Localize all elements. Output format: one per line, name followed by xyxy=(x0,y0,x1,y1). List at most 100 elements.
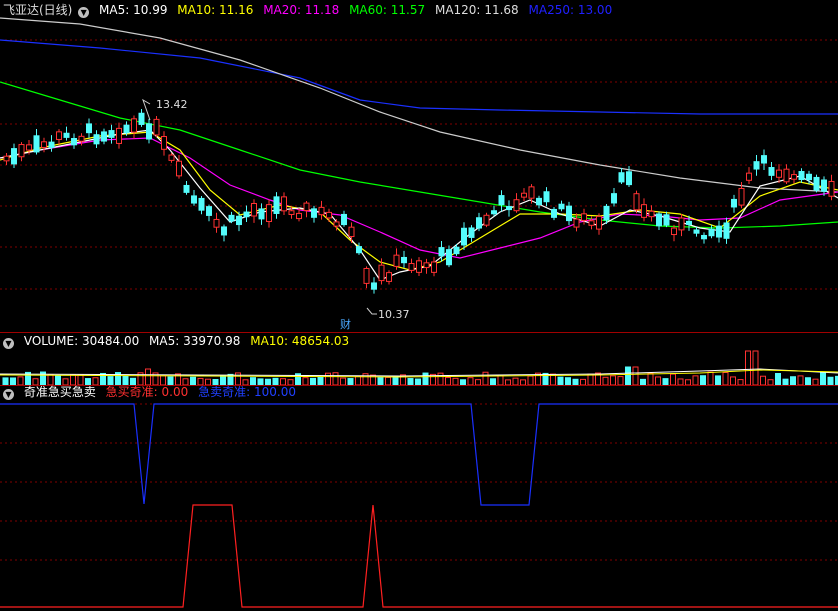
collapse-icon[interactable]: ▼ xyxy=(78,7,90,18)
candlestick xyxy=(641,198,647,222)
volume-panel[interactable]: ▼ VOLUME: 30484.00 MA5: 33970.98 MA10: 4… xyxy=(0,333,838,385)
volume-bar xyxy=(557,376,564,385)
volume-bar xyxy=(730,376,736,385)
candlestick xyxy=(281,192,287,216)
volume-bar xyxy=(565,377,571,385)
volume-ma10-legend: MA10: 48654.03 xyxy=(250,334,350,348)
candlestick xyxy=(311,205,317,223)
candlestick xyxy=(648,205,655,222)
candlestick xyxy=(363,266,370,289)
candlestick xyxy=(86,118,92,138)
buy-legend: 急买奇准: 0.00 xyxy=(105,385,189,399)
ma60-legend: MA60: 11.57 xyxy=(349,3,426,17)
candlestick xyxy=(431,256,437,277)
indicator-panel[interactable]: ▼ 奇准急买急卖 急买奇准: 0.00 急卖奇准: 100.00 xyxy=(0,385,838,611)
candlestick xyxy=(671,224,677,242)
candlestick xyxy=(3,153,10,166)
volume-bar xyxy=(632,366,639,385)
candlestick xyxy=(326,208,332,222)
candlestick xyxy=(303,200,310,218)
candlestick xyxy=(18,142,25,162)
volume-collapse-icon[interactable]: ▼ xyxy=(3,338,14,349)
event-marker-label: 财 xyxy=(340,317,351,331)
candlestick xyxy=(273,192,280,219)
volume-bar xyxy=(827,376,834,385)
price-chart[interactable]: 13.42 10.37 财 xyxy=(0,0,838,332)
candlestick xyxy=(228,211,235,224)
candlestick xyxy=(633,190,640,214)
price-panel[interactable]: 飞亚达(日线) ▼ MA5: 10.99 MA10: 11.16 MA20: 1… xyxy=(0,0,838,332)
candlestick xyxy=(48,135,55,152)
volume-bar xyxy=(145,368,151,385)
candlestick xyxy=(731,194,737,213)
candlestick xyxy=(63,126,70,141)
volume-bar xyxy=(587,373,594,385)
candlestick xyxy=(708,224,715,239)
volume-ma5-legend: MA5: 33970.98 xyxy=(149,334,241,348)
candlestick xyxy=(116,122,122,149)
candlestick xyxy=(618,167,625,185)
candlestick xyxy=(11,143,17,168)
volume-bar xyxy=(310,377,316,385)
candlestick xyxy=(663,211,670,228)
indicator-chart[interactable] xyxy=(0,386,838,611)
volume-bar xyxy=(437,372,444,385)
candlestick xyxy=(753,155,760,176)
candlestick xyxy=(783,164,790,185)
volume-bar xyxy=(617,376,624,385)
sell-signal-line xyxy=(0,403,838,506)
candlestick xyxy=(183,181,190,195)
volume-bar xyxy=(670,373,676,385)
candlestick xyxy=(146,118,152,144)
volume-bar xyxy=(805,377,811,385)
chart-title: 飞亚达(日线) xyxy=(3,3,73,17)
candlestick xyxy=(768,162,775,181)
candlestick xyxy=(213,212,220,233)
candlestick xyxy=(161,131,167,156)
candlestick xyxy=(56,129,62,146)
ma20-legend: MA20: 11.18 xyxy=(263,3,340,17)
candlestick xyxy=(821,176,827,196)
candlestick xyxy=(131,115,137,139)
candlestick xyxy=(678,214,685,237)
volume-bar xyxy=(445,377,451,385)
candlestick xyxy=(761,149,767,170)
ma250-legend: MA250: 13.00 xyxy=(528,3,613,17)
candlestick xyxy=(521,188,527,201)
volume-bar xyxy=(602,376,609,385)
volume-bar xyxy=(452,377,459,385)
candlestick xyxy=(716,220,722,243)
candlestick xyxy=(813,174,820,193)
candlestick xyxy=(693,227,700,237)
indicator-collapse-icon[interactable]: ▼ xyxy=(3,389,14,400)
candlestick xyxy=(468,225,475,242)
candlestick xyxy=(416,257,422,277)
candlestick xyxy=(386,270,392,285)
volume-bar xyxy=(745,350,751,385)
candlestick xyxy=(611,188,617,207)
candlestick xyxy=(701,232,707,244)
ma10-legend: MA10: 11.16 xyxy=(177,3,254,17)
volume-header: ▼ VOLUME: 30484.00 MA5: 33970.98 MA10: 4… xyxy=(3,333,355,349)
low-price-label: 10.37 xyxy=(378,308,410,321)
candlestick xyxy=(266,199,272,228)
volume-bar xyxy=(820,371,826,385)
price-header: 飞亚达(日线) ▼ MA5: 10.99 MA10: 11.16 MA20: 1… xyxy=(3,2,618,18)
candlestick xyxy=(318,200,325,220)
volume-bar xyxy=(497,375,504,385)
candlestick xyxy=(101,128,107,145)
ma20-line xyxy=(0,137,838,259)
volume-bar xyxy=(302,377,309,385)
event-marker[interactable]: 财 xyxy=(339,316,354,331)
high-price-label: 13.42 xyxy=(156,98,188,111)
candlestick xyxy=(476,212,482,232)
candlestick xyxy=(798,168,805,183)
candlestick xyxy=(191,189,197,206)
candlestick xyxy=(656,211,662,231)
candlestick xyxy=(513,193,520,213)
volume-bar xyxy=(325,372,331,385)
volume-bar xyxy=(467,377,474,385)
volume-bar xyxy=(707,371,714,385)
candlestick xyxy=(356,242,362,255)
candlestick xyxy=(791,170,797,184)
